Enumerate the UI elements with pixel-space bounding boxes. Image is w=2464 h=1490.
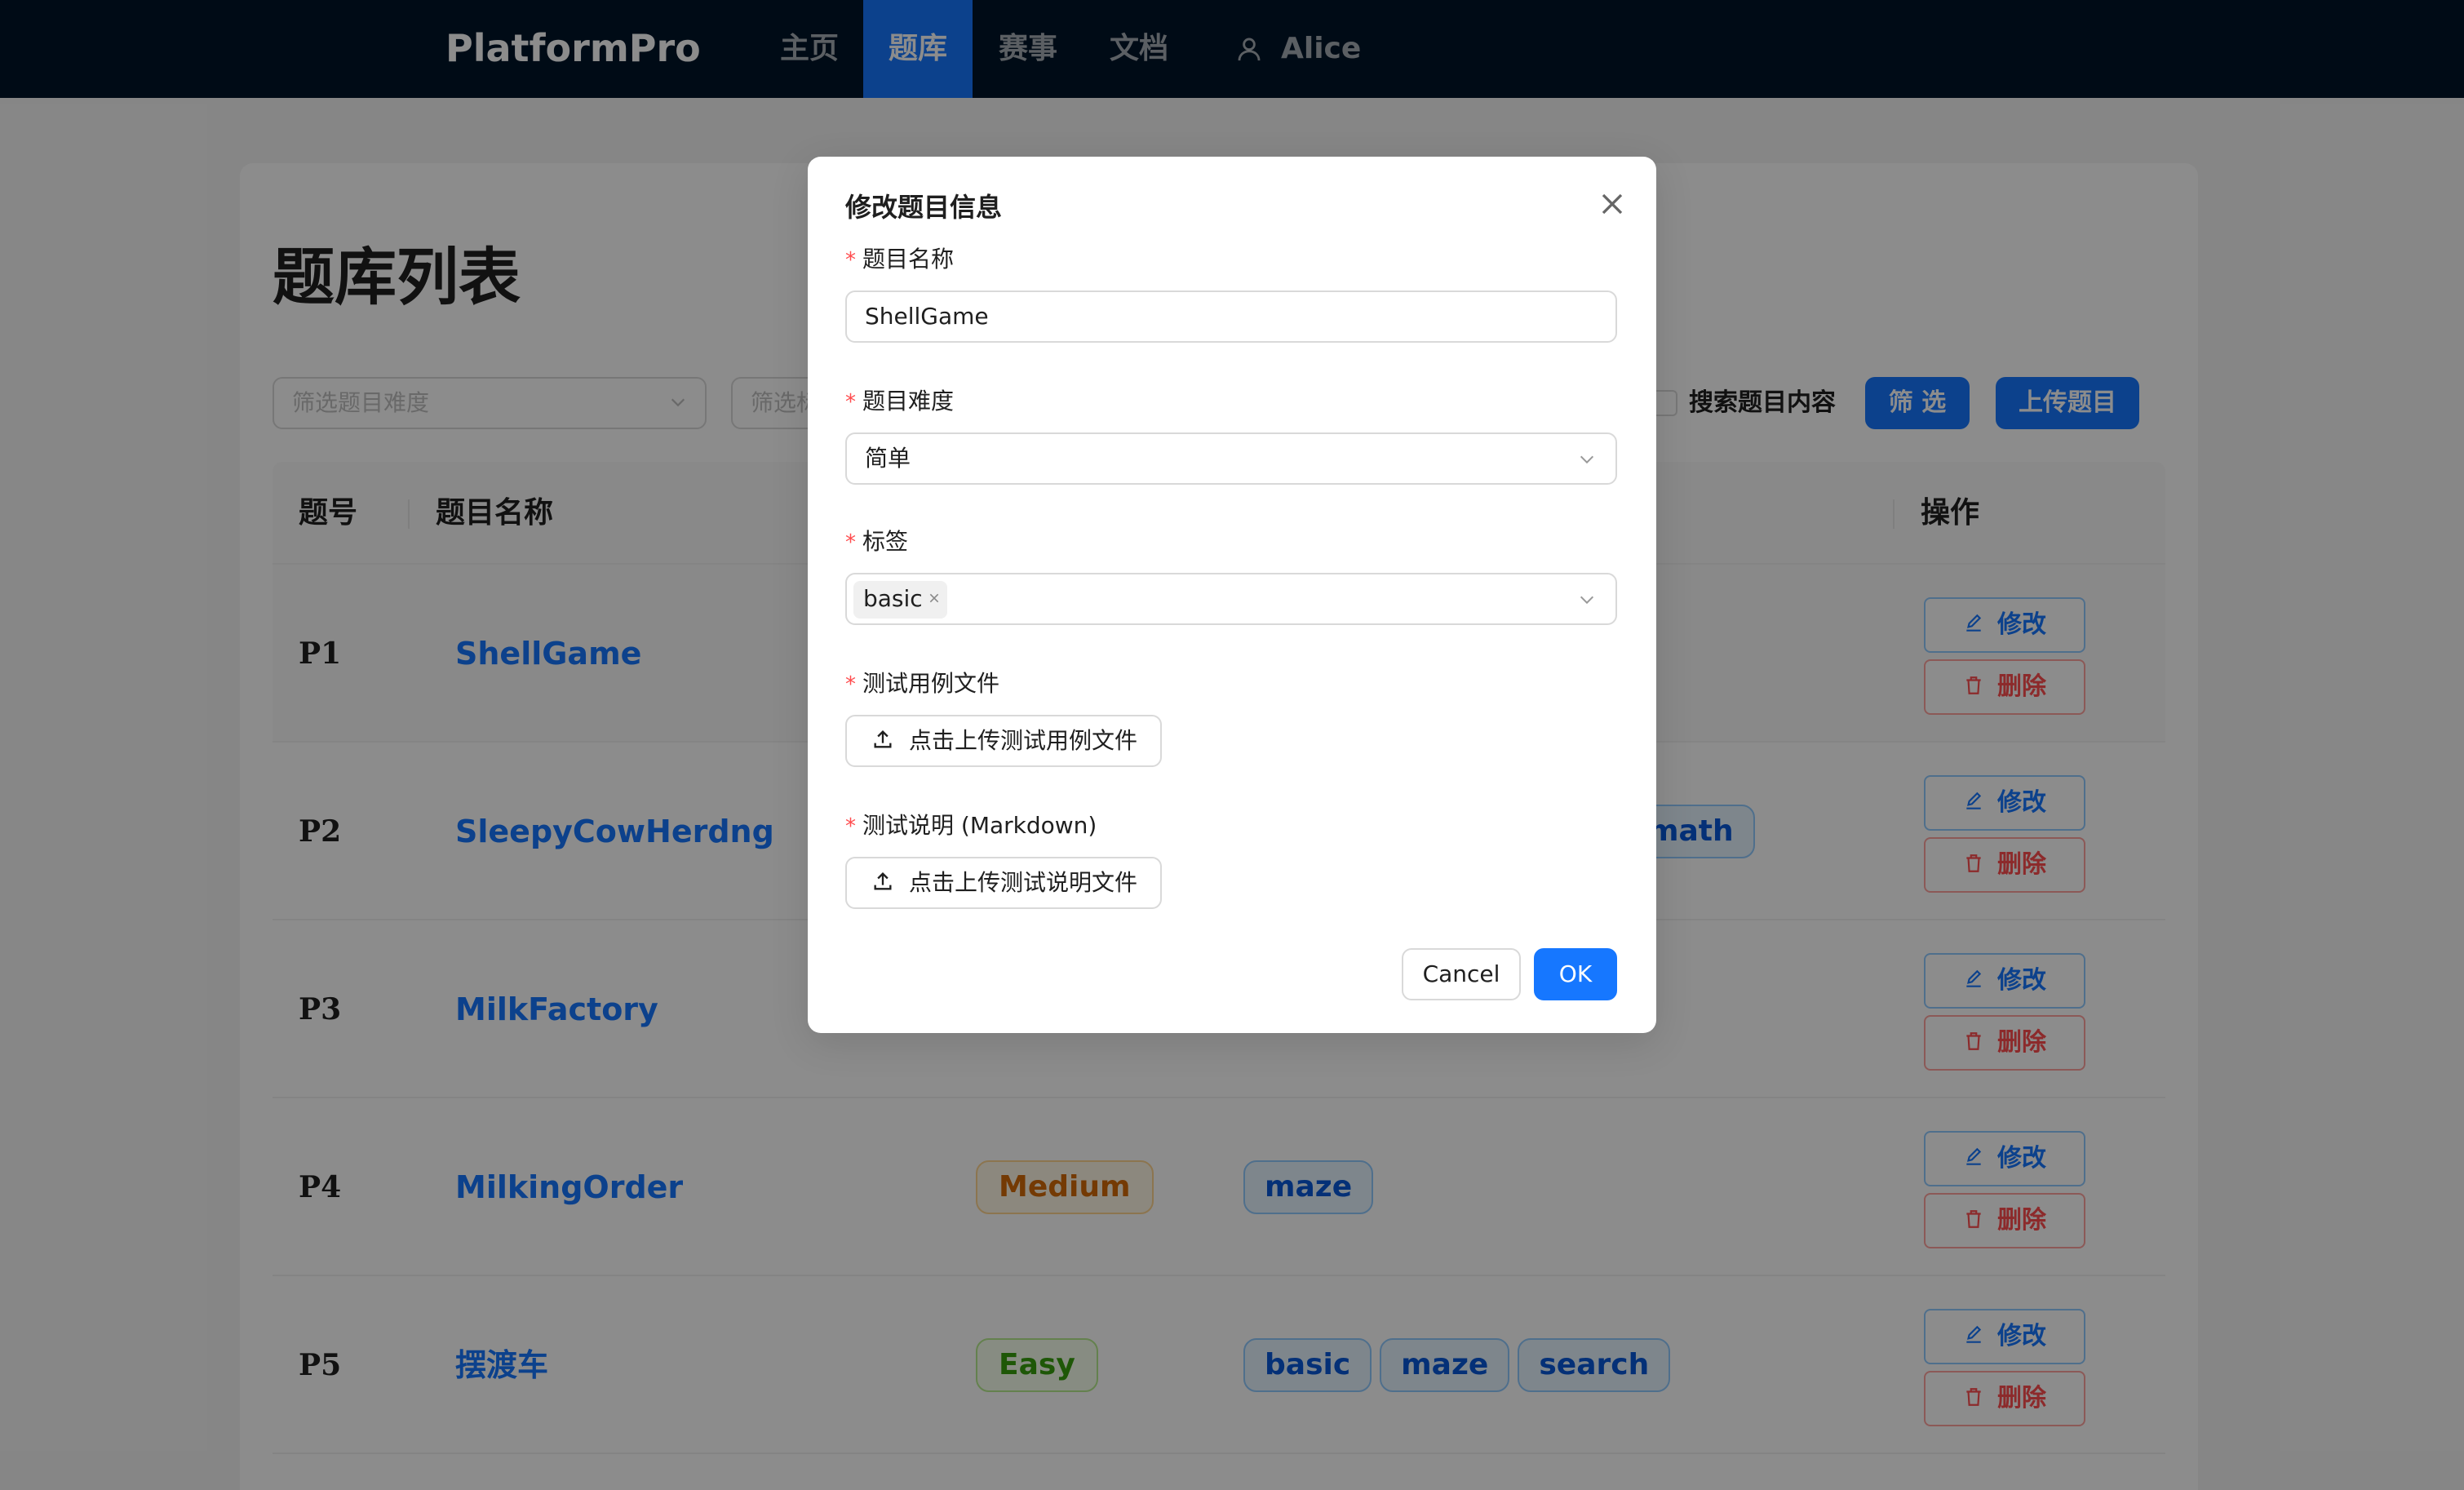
remove-tag-icon[interactable] — [928, 592, 941, 605]
upload-description-button[interactable]: 点击上传测试说明文件 — [845, 857, 1162, 909]
chevron-down-icon — [1580, 455, 1594, 464]
cancel-button[interactable]: Cancel — [1402, 948, 1521, 1000]
problem-name-value: ShellGame — [865, 303, 989, 330]
upload-description-label: 点击上传测试说明文件 — [909, 869, 1138, 896]
difficulty-select[interactable]: 简单 — [845, 432, 1617, 485]
tags-field-label: * 标签 — [845, 528, 909, 555]
upload-icon — [874, 730, 892, 748]
upload-testcase-button[interactable]: 点击上传测试用例文件 — [845, 715, 1162, 767]
difficulty-field-label: * 题目难度 — [845, 388, 955, 415]
ok-button[interactable]: OK — [1534, 948, 1617, 1000]
tags-select[interactable]: basic — [845, 573, 1617, 625]
difficulty-value: 简单 — [865, 445, 911, 472]
name-field-label: * 题目名称 — [845, 246, 955, 273]
upload-icon — [874, 872, 892, 890]
close-icon[interactable] — [1594, 186, 1630, 222]
problem-name-input[interactable]: ShellGame — [845, 290, 1617, 343]
description-field-label: * 测试说明 (Markdown) — [845, 812, 1097, 839]
modal-title: 修改题目信息 — [845, 192, 1003, 223]
selected-tag: basic — [853, 581, 947, 619]
edit-problem-modal: 修改题目信息 * 题目名称 ShellGame * 题目难度 简单 * 标签 basi… — [808, 157, 1656, 1033]
upload-testcase-label: 点击上传测试用例文件 — [909, 727, 1138, 754]
testcase-field-label: * 测试用例文件 — [845, 670, 1000, 697]
chevron-down-icon — [1580, 596, 1594, 605]
